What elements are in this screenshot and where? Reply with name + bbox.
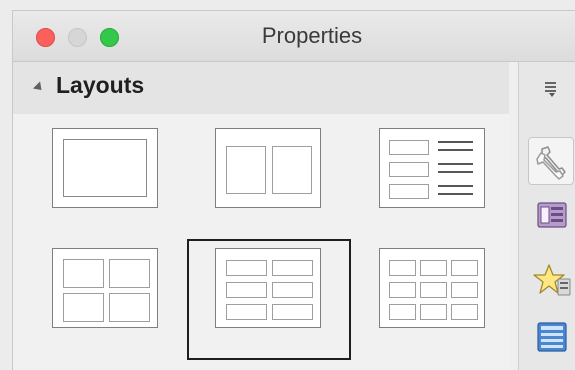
layout-title-content-list[interactable] [379,128,485,208]
layouts-deck: Layouts [13,62,509,370]
layouts-header[interactable]: Layouts [13,62,509,114]
layout-placeholder [63,293,104,322]
layout-title-only[interactable] [52,128,158,208]
tab-slide-transition[interactable] [530,197,575,245]
layout-placeholder [109,259,150,288]
menu-icon [545,86,556,88]
collapse-triangle-icon[interactable] [32,81,46,94]
window-title: Properties [261,23,363,48]
layout-placeholder [451,260,478,276]
layout-placeholder [389,304,416,320]
text-line [438,193,473,195]
menu-icon [545,82,556,84]
navigator-icon [537,322,567,352]
tab-gallery[interactable] [530,259,575,307]
layout-placeholder [226,260,267,276]
layout-nine-content[interactable] [379,248,485,328]
slide-list-icon [537,202,567,228]
layout-placeholder [389,184,429,199]
layout-placeholder [63,259,104,288]
layout-four-content[interactable] [52,248,158,328]
layout-placeholder [389,260,416,276]
tab-navigator[interactable] [530,315,575,363]
text-line [438,149,473,151]
text-line [438,171,473,173]
layout-placeholder [272,304,313,320]
dropdown-arrow-icon [549,93,555,97]
layout-placeholder [389,140,429,155]
layout-placeholder [451,304,478,320]
text-line [438,185,473,187]
tab-properties[interactable] [528,137,574,185]
titlebar: Properties [13,11,575,62]
layout-placeholder [226,304,267,320]
wrench-icon [536,146,566,180]
layout-placeholder [272,146,312,194]
layout-placeholder [109,293,150,322]
text-line [438,163,473,165]
layout-placeholder [451,282,478,298]
text-line [438,141,473,143]
layout-placeholder [420,260,447,276]
layout-placeholder [389,162,429,177]
section-title: Layouts [56,72,145,98]
star-icon [533,264,571,296]
layout-placeholder [272,260,313,276]
sidebar-menu-button[interactable] [545,82,559,100]
layout-placeholder [420,282,447,298]
properties-window: Properties Layouts [12,10,575,370]
layout-placeholder [63,139,147,197]
layout-placeholder [389,282,416,298]
layout-placeholder [272,282,313,298]
layout-six-content[interactable] [215,248,321,328]
layout-placeholder [226,282,267,298]
layout-placeholder [226,146,266,194]
menu-icon [545,90,556,92]
layout-two-content[interactable] [215,128,321,208]
layout-placeholder [420,304,447,320]
